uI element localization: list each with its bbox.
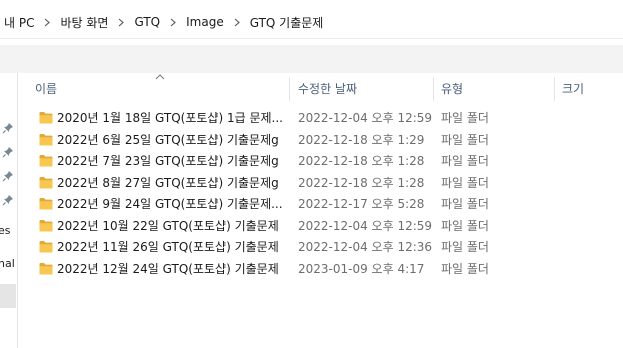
list-item[interactable]: 2022년 12월 24일 GTQ(포토샵) 기출문제 2023-01-09 오… [17,259,623,281]
list-item[interactable]: 2022년 6월 25일 GTQ(포토샵) 기출문제g 2022-12-18 오… [17,130,623,152]
file-name: 2020년 1월 18일 GTQ(포토샵) 1급 문제... [57,111,283,125]
pin-icon[interactable] [2,122,14,134]
column-header-size[interactable]: 크기 [562,73,622,103]
file-type: 파일 폴더 [441,111,489,125]
file-name: 2022년 8월 27일 GTQ(포토샵) 기출문제g [57,175,279,190]
file-modified: 2022-12-04 오후 12:59 [298,218,433,233]
column-header-name[interactable]: 이름 [35,73,289,103]
address-bar[interactable]: 내 PC 바탕 화면 GTQ Image GTQ 기출문제 [0,6,623,39]
file-modified: 2022-12-18 오후 1:28 [298,154,425,168]
folder-icon [39,262,53,274]
pin-icon[interactable] [2,194,14,206]
file-modified: 2023-01-09 오후 4:17 [298,261,425,276]
breadcrumb-gtq-past-exams[interactable]: GTQ 기출문제 [246,6,328,38]
chevron-right-icon[interactable] [164,18,182,27]
nav-item-label[interactable]: nal [0,257,15,270]
file-type: 파일 폴더 [441,154,489,168]
file-modified: 2022-12-17 오후 5:28 [298,197,425,211]
file-modified: 2022-12-04 오후 12:59 [298,111,433,125]
column-resize-handle[interactable] [433,77,434,101]
column-header-modified[interactable]: 수정한 날짜 [298,73,433,103]
folder-icon [39,176,53,188]
file-type: 파일 폴더 [441,175,489,190]
chevron-right-icon[interactable] [38,18,56,27]
list-item[interactable]: 2022년 8월 27일 GTQ(포토샵) 기출문제g 2022-12-18 오… [17,173,623,195]
file-modified: 2022-12-18 오후 1:29 [298,132,425,147]
pin-icon[interactable] [2,146,14,158]
folder-icon [39,133,53,145]
nav-item-label[interactable]: es [0,224,11,237]
file-name: 2022년 12월 24일 GTQ(포토샵) 기출문제 [57,261,279,276]
list-item[interactable]: 2020년 1월 18일 GTQ(포토샵) 1급 문제... 2022-12-0… [17,108,623,130]
column-resize-handle[interactable] [554,77,555,101]
command-bar [0,45,623,73]
file-explorer-window: 내 PC 바탕 화면 GTQ Image GTQ 기출문제 s al 이름 수정… [0,0,623,348]
column-header-modified-label: 수정한 날짜 [298,81,358,96]
file-modified: 2022-12-18 오후 1:28 [298,175,425,190]
pin-icon[interactable] [2,170,14,182]
file-type: 파일 폴더 [441,240,489,254]
list-item[interactable]: 2022년 9월 24일 GTQ(포토샵) 기출문제... 2022-12-17… [17,194,623,216]
column-header-type[interactable]: 유형 [441,73,553,103]
breadcrumb-this-pc[interactable]: 내 PC [0,6,38,38]
list-item[interactable]: 2022년 11월 26일 GTQ(포토샵) 기출문제 2022-12-04 오… [17,237,623,259]
file-name: 2022년 9월 24일 GTQ(포토샵) 기출문제... [57,197,283,211]
folder-icon [39,155,53,167]
column-header-name-label: 이름 [35,81,58,96]
folder-icon [39,219,53,231]
breadcrumb-image[interactable]: Image [182,6,228,38]
list-item[interactable]: 2022년 10월 22일 GTQ(포토샵) 기출문제 2022-12-04 오… [17,216,623,238]
breadcrumb-desktop[interactable]: 바탕 화면 [56,6,112,38]
file-list: 2020년 1월 18일 GTQ(포토샵) 1급 문제... 2022-12-0… [17,108,623,280]
chevron-right-icon[interactable] [112,18,130,27]
breadcrumb-gtq[interactable]: GTQ [130,6,164,38]
list-item[interactable]: 2022년 7월 23일 GTQ(포토샵) 기출문제g 2022-12-18 오… [17,151,623,173]
column-header-size-label: 크기 [562,81,585,96]
navigation-pane[interactable]: es nal [0,73,18,348]
folder-icon [39,112,53,124]
file-modified: 2022-12-04 오후 12:36 [298,240,433,254]
file-type: 파일 폴더 [441,218,489,233]
chevron-right-icon[interactable] [228,18,246,27]
file-type: 파일 폴더 [441,261,489,276]
file-name: 2022년 7월 23일 GTQ(포토샵) 기출문제g [57,154,279,168]
file-name: 2022년 10월 22일 GTQ(포토샵) 기출문제 [57,218,279,233]
file-type: 파일 폴더 [441,132,489,147]
nav-item-selected[interactable] [0,284,16,308]
file-name: 2022년 11월 26일 GTQ(포토샵) 기출문제 [57,240,279,254]
column-resize-handle[interactable] [289,77,290,101]
folder-icon [39,198,53,210]
column-header-type-label: 유형 [441,81,464,96]
file-name: 2022년 6월 25일 GTQ(포토샵) 기출문제g [57,132,279,147]
file-type: 파일 폴더 [441,197,489,211]
folder-icon [39,241,53,253]
column-header-row: 이름 수정한 날짜 유형 크기 [17,73,623,103]
